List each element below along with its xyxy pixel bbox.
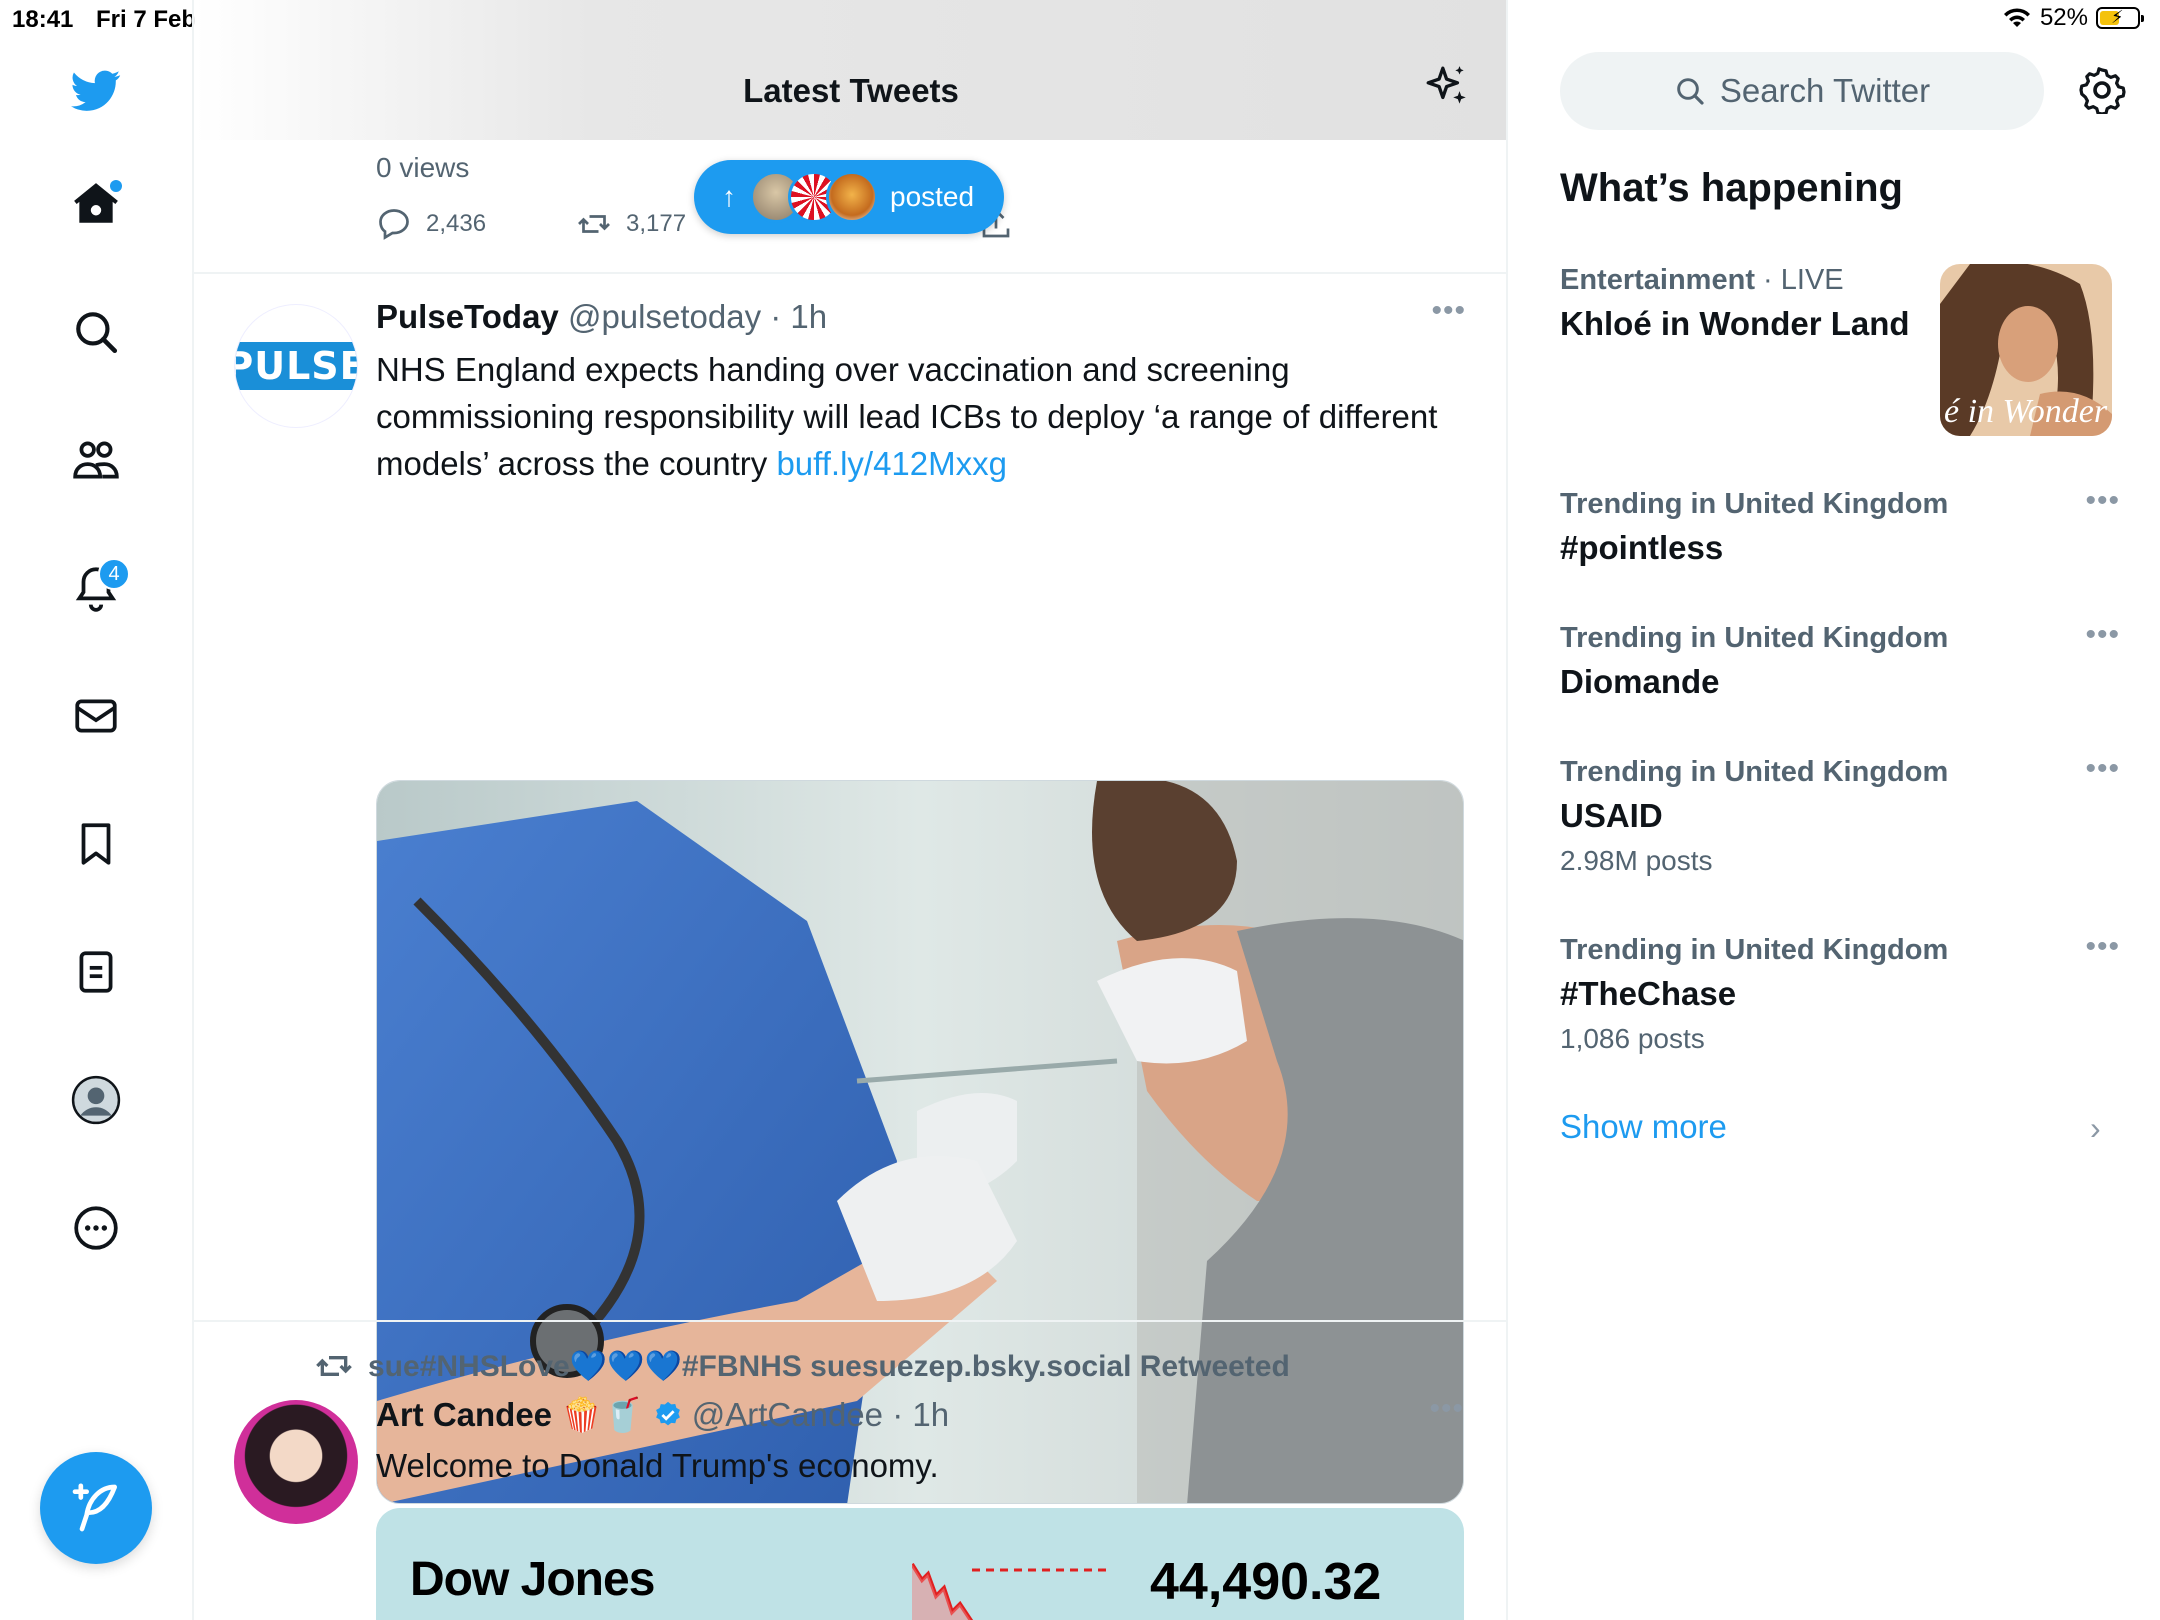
trend-more-button[interactable]: ••• [2085,930,2120,964]
pill-avatars [750,171,878,223]
dow-mini-chart [912,1562,1112,1620]
tweet-header: PulseToday @pulsetoday · 1h [376,298,827,336]
nav-bookmarks[interactable] [62,810,130,878]
trend-more-button[interactable]: ••• [2085,618,2120,652]
search-icon [76,312,118,354]
trend-category: Trending in United Kingdom [1560,488,1949,520]
new-posts-pill[interactable]: ↑ posted [694,160,1004,234]
trend-category: Trending in United Kingdom [1560,934,1949,966]
trend-item[interactable]: Trending in United Kingdom #TheChase 1,0… [1560,930,2120,1055]
tweet-time: · 1h [770,298,828,335]
view-count: 0 views [376,152,470,183]
section-title: What’s happening [1560,166,1903,210]
trend-name: USAID [1560,797,1663,834]
reply-button[interactable]: 2,436 [376,206,486,242]
nav-profile[interactable] [62,1066,130,1134]
more-circle-icon [74,1206,118,1250]
timeline[interactable]: Latest Tweets 0 views 2,436 3,177 ↑ post… [194,0,1508,1620]
trend-category: Trending in United Kingdom [1560,622,1949,654]
blue-hearts: 💙💙💙 [569,1349,682,1383]
tweet-image[interactable]: Dow Jones 44,490.32 [376,1508,1464,1620]
search-icon [1677,78,1704,105]
trend-item[interactable]: Trending in United Kingdom USAID 2.98M p… [1560,752,2120,877]
trend-item[interactable]: Trending in United Kingdom Diomande ••• [1560,618,2120,701]
divider [194,1320,1506,1322]
tweet[interactable]: PULSE PulseToday @pulsetoday · 1h ••• NH… [194,274,1506,1558]
nav-communities[interactable] [62,426,130,494]
notifications-badge: 4 [98,558,130,590]
avatar[interactable]: PULSE [234,304,358,428]
reply-icon [379,209,409,240]
nav-lists[interactable] [62,938,130,1006]
tweet-time: · 1h [892,1396,950,1433]
trend-post-count: 1,086 posts [1560,1023,1705,1054]
communities-icon [73,441,119,479]
trend-thumbnail[interactable]: é in Wonder L [1940,264,2112,436]
author-name[interactable]: Art Candee [376,1396,552,1433]
bookmark-icon [81,823,111,865]
thumb-text: é in Wonder L [1944,393,2112,430]
retweet-icon [578,215,610,233]
tweet-more-button[interactable]: ••• [1431,294,1466,328]
compose-feather-icon [72,1483,117,1532]
compose-tweet-button[interactable] [40,1452,152,1564]
twitter-logo-icon[interactable] [62,56,130,124]
trend-name: Diomande [1560,663,1720,700]
envelope-icon [75,699,117,733]
timeline-header: Latest Tweets [194,0,1506,140]
nav-messages[interactable] [62,682,130,750]
khloe-thumbnail-image: é in Wonder L [1940,264,2112,436]
tweet-more-button[interactable]: ••• [1429,1392,1464,1426]
dow-jones-value: 44,490.32 [1150,1553,1382,1611]
nav-home[interactable] [62,170,130,238]
trend-more-button[interactable]: ••• [2085,484,2120,518]
bird-icon [71,70,121,111]
new-posts-label: posted [890,181,975,212]
trend-post-count: 2.98M posts [1560,845,1713,876]
search-input[interactable]: Search Twitter [1560,52,2044,130]
home-unread-dot [110,180,122,192]
trend-name: #pointless [1560,529,1724,566]
tweet-text: NHS England expects handing over vaccina… [376,346,1456,487]
trend-category: Trending in United Kingdom [1560,756,1949,788]
author-emoji: 🍿🥤 [561,1396,644,1433]
author-handle[interactable]: @pulsetoday [568,298,761,335]
tweet-link[interactable]: buff.ly/412Mxxg [776,445,1007,482]
trend-name: #TheChase [1560,975,1737,1012]
tweet-header: Art Candee 🍿🥤 @ArtCandee · 1h [376,1396,949,1435]
retweeter-name: sue#NHSLove [368,1349,570,1383]
avatar [826,171,878,223]
search-placeholder: Search Twitter [1719,72,1931,109]
live-label: · LIVE [1754,264,1844,296]
reply-count: 2,436 [426,210,487,237]
trend-item[interactable]: Trending in United Kingdom #pointless ••… [1560,484,2120,567]
nav-notifications[interactable]: 4 [62,554,130,622]
author-handle[interactable]: @ArtCandee [692,1396,883,1433]
sparkle-icon[interactable] [1422,62,1472,112]
author-name[interactable]: PulseToday [376,298,559,335]
right-sidebar: Search Twitter What’s happening Entertai… [1508,0,2160,1620]
chevron-right-icon[interactable]: › [2090,1110,2101,1147]
retweet-icon [316,1356,352,1376]
page-title: Latest Tweets [743,72,959,109]
list-icon [79,951,113,993]
retweet-count: 3,177 [626,210,687,237]
nav-explore[interactable] [62,298,130,366]
nav-more[interactable] [62,1194,130,1262]
verified-badge-icon [655,1401,680,1426]
trend-category-label: Entertainment [1560,264,1755,296]
left-nav: 4 [0,0,194,1620]
gear-icon[interactable] [2078,66,2126,114]
dow-jones-title: Dow Jones [410,1553,655,1606]
avatar[interactable] [234,1400,358,1524]
pulse-logo: PULSE [235,342,357,390]
tweet-text: Welcome to Donald Trump's economy. [376,1447,939,1484]
retweet-button[interactable]: 3,177 [576,206,686,242]
retweeted-by[interactable]: sue#NHSLove💙💙💙#FBNHS suesuezep.bsky.soci… [314,1346,1290,1386]
trend-more-button[interactable]: ••• [2085,752,2120,786]
retweeted-suffix: #FBNHS suesuezep.bsky.social Retweeted [681,1349,1290,1383]
profile-avatar-icon [71,1075,121,1125]
arrow-up-icon: ↑ [722,181,736,212]
show-more-link[interactable]: Show more [1560,1108,1727,1146]
